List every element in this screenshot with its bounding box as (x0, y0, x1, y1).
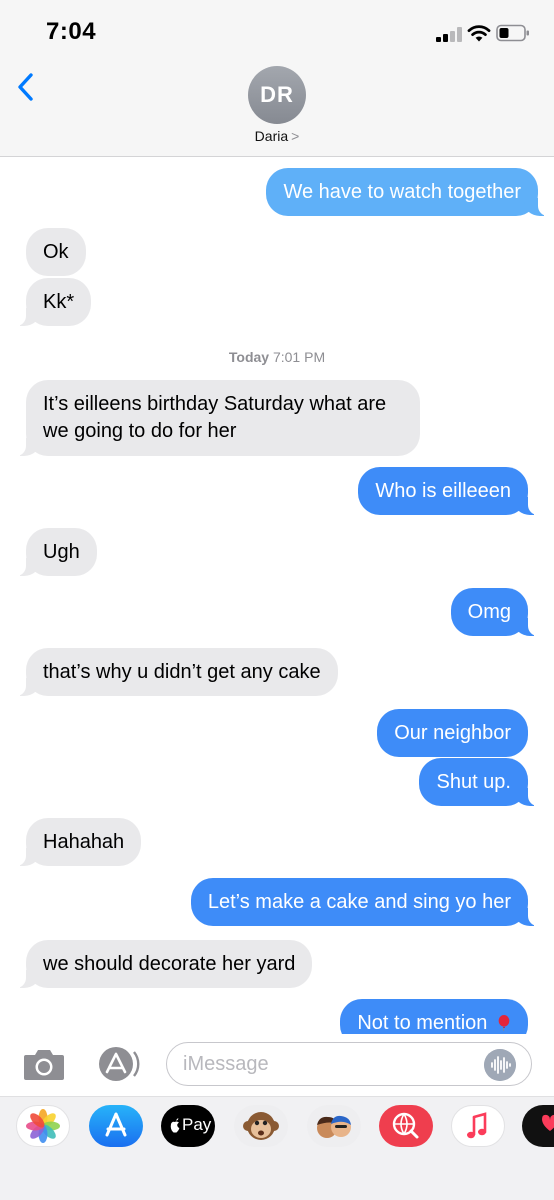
status-time: 7:04 (46, 18, 97, 45)
message-bubble-outgoing[interactable]: We have to watch together (266, 168, 548, 216)
conversation-timestamp: Today 7:01 PM (0, 349, 554, 365)
message-bubble-outgoing[interactable]: Let’s make a cake and sing yo her (190, 878, 539, 926)
audio-waveform-icon[interactable] (484, 1049, 516, 1081)
cellular-signal-icon (436, 26, 464, 42)
wifi-icon (467, 25, 491, 42)
message-bubble-incoming[interactable]: Hahahah (15, 818, 142, 866)
camera-icon[interactable] (22, 1046, 66, 1082)
message-bubble-outgoing[interactable]: Who is eilleeen (358, 467, 538, 515)
apple-pay-icon[interactable]: Pay (161, 1105, 215, 1147)
memoji-stickers-icon[interactable] (307, 1105, 361, 1147)
contact-name: Daria (254, 128, 289, 144)
app-store-icon[interactable] (89, 1105, 143, 1147)
message-bubble-incoming[interactable]: Kk* (15, 278, 92, 326)
message-bubble-outgoing[interactable]: Our neighbor (377, 709, 528, 757)
message-bubble-outgoing[interactable]: Shut up. (419, 758, 538, 806)
message-bubble-incoming[interactable]: we should decorate her yard (15, 940, 313, 988)
back-chevron-icon[interactable] (14, 72, 38, 102)
digital-touch-icon[interactable] (522, 1105, 554, 1147)
message-bubble-outgoing[interactable]: Omg (450, 588, 539, 636)
battery-icon (496, 24, 529, 42)
conversation-header: DR Daria > (0, 60, 554, 157)
app-drawer: Pay (0, 1096, 554, 1159)
music-note-icon[interactable] (451, 1105, 505, 1147)
contact-avatar[interactable]: DR (248, 66, 306, 124)
home-indicator-area (0, 1158, 554, 1200)
photos-icon[interactable] (16, 1105, 70, 1147)
app-store-icon[interactable] (94, 1044, 140, 1084)
monkey-animoji-icon[interactable] (234, 1105, 288, 1147)
status-bar: 7:04 (0, 0, 554, 60)
contact-name-button[interactable]: Daria > (0, 128, 554, 146)
chevron-right-icon: > (291, 128, 300, 144)
apple-pay-label: Pay (182, 1115, 212, 1134)
message-bubble-incoming[interactable]: It’s eilleens birthday Saturday what are… (16, 380, 420, 456)
message-input-bar (0, 1034, 554, 1096)
balloon-emoji-icon (498, 1015, 510, 1031)
message-bubble-incoming[interactable]: Ugh (16, 528, 97, 576)
timestamp-day: Today (228, 349, 270, 365)
globe-search-icon[interactable] (379, 1105, 433, 1147)
message-bubble-incoming[interactable]: Ok (26, 228, 86, 276)
timestamp-time: 7:01 PM (272, 349, 326, 365)
message-bubble-incoming[interactable]: that’s why u didn’t get any cake (16, 648, 338, 696)
message-input[interactable] (166, 1042, 532, 1086)
